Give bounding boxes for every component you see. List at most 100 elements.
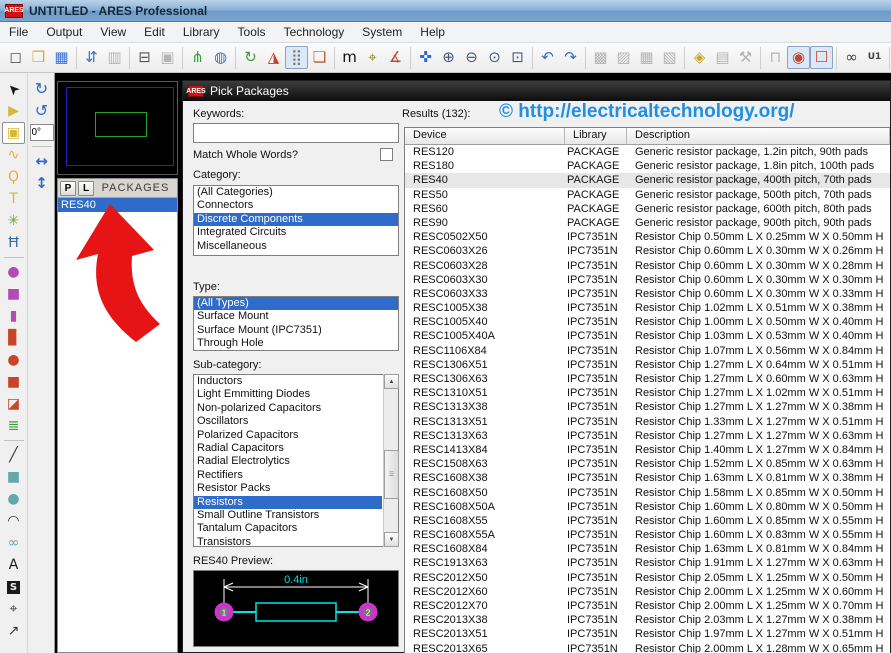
library-manager-button[interactable]: L [78, 181, 94, 196]
toggle-component-view-button[interactable]: ◉ [787, 46, 810, 69]
box-2d-button[interactable]: ■ [2, 466, 25, 488]
table-row[interactable]: RESC1608X55A IPC7351N Resistor Chip 1.60… [405, 528, 890, 542]
table-row[interactable]: RESC2012X50 IPC7351N Resistor Chip 2.05m… [405, 571, 890, 585]
auto-name-generator-button[interactable]: U1 [863, 46, 886, 69]
text-2d-button[interactable]: A [2, 554, 25, 576]
list-item[interactable]: (All Types) [194, 297, 398, 310]
zoom-out-button[interactable]: ⊖ [460, 46, 483, 69]
table-row[interactable]: RESC1106X84 IPC7351N Resistor Chip 1.07m… [405, 344, 890, 358]
table-row[interactable]: RESC1313X38 IPC7351N Resistor Chip 1.27m… [405, 400, 890, 414]
zoom-full-button[interactable]: ⊙ [483, 46, 506, 69]
overview-panel[interactable] [57, 81, 178, 175]
table-row[interactable]: RESC1313X63 IPC7351N Resistor Chip 1.27m… [405, 429, 890, 443]
list-item[interactable]: Oscillators [194, 415, 382, 428]
list-item[interactable]: Connectors [194, 199, 398, 212]
keywords-input[interactable] [193, 123, 399, 143]
list-item[interactable]: (All Categories) [194, 186, 398, 199]
list-item[interactable]: Discrete Components [194, 213, 398, 226]
dialog-titlebar[interactable]: ARES Pick Packages [183, 81, 890, 101]
list-item[interactable]: Through Hole [194, 337, 398, 350]
symbol-2d-button[interactable]: S [2, 576, 25, 598]
metric-toggle-button[interactable]: m [338, 46, 361, 69]
table-row[interactable]: RESC1608X50 IPC7351N Resistor Chip 1.58m… [405, 486, 890, 500]
list-item[interactable]: Radial Electrolytics [194, 455, 382, 468]
menu-file[interactable]: File [0, 22, 37, 42]
tag-mode-button[interactable]: T [2, 188, 25, 210]
new-file-button[interactable]: ◻ [4, 46, 27, 69]
table-row[interactable]: RESC1608X38 IPC7351N Resistor Chip 1.63m… [405, 471, 890, 485]
layers-toggle-button[interactable]: ❏ [308, 46, 331, 69]
track-mode-button[interactable]: ∿ [2, 144, 25, 166]
list-item[interactable]: Surface Mount [194, 310, 398, 323]
print-region-button[interactable]: ▣ [156, 46, 179, 69]
table-row[interactable]: RES90 PACKAGE Generic resistor package, … [405, 216, 890, 230]
table-row[interactable]: RES60 PACKAGE Generic resistor package, … [405, 202, 890, 216]
pick-packages-button[interactable]: P [60, 181, 76, 196]
list-item[interactable]: Transistors [194, 536, 382, 547]
package-mode-button[interactable]: ▣ [2, 122, 25, 144]
list-item[interactable]: Radial Capacitors [194, 442, 382, 455]
list-item[interactable]: Small Outline Transistors [194, 509, 382, 522]
table-row[interactable]: RESC2013X51 IPC7351N Resistor Chip 1.97m… [405, 627, 890, 641]
connectivity-highlight-button[interactable]: ✳ [2, 210, 25, 232]
block-move-button[interactable]: ▦ [635, 46, 658, 69]
export-region-button[interactable]: ▥ [103, 46, 126, 69]
component-mode-button[interactable]: ▶ [2, 100, 25, 122]
undo-button[interactable]: ↶ [536, 46, 559, 69]
polar-coordinates-button[interactable]: ∡ [384, 46, 407, 69]
redraw-button[interactable]: ↻ [239, 46, 262, 69]
scroll-down-icon[interactable]: ▼ [384, 532, 399, 547]
menu-system[interactable]: System [353, 22, 411, 42]
table-row[interactable]: RESC1005X40 IPC7351N Resistor Chip 1.00m… [405, 315, 890, 329]
list-item[interactable]: Resistor Packs [194, 482, 382, 495]
round-through-pad-button[interactable]: ● [2, 261, 25, 283]
list-item[interactable]: Polarized Capacitors [194, 429, 382, 442]
list-item[interactable]: Tantalum Capacitors [194, 522, 382, 535]
table-row[interactable]: RESC1313X51 IPC7351N Resistor Chip 1.33m… [405, 415, 890, 429]
save-file-button[interactable]: ▦ [50, 46, 73, 69]
tools-hammer-button[interactable]: ⚒ [734, 46, 757, 69]
list-item[interactable]: RES40 [58, 198, 177, 212]
table-row[interactable]: RESC2012X70 IPC7351N Resistor Chip 2.00m… [405, 599, 890, 613]
padstack-button[interactable]: ≣ [2, 415, 25, 437]
flip-view-button[interactable]: ◮ [262, 46, 285, 69]
table-row[interactable]: RESC1508X63 IPC7351N Resistor Chip 1.52m… [405, 457, 890, 471]
table-row[interactable]: RESC0502X50 IPC7351N Resistor Chip 0.50m… [405, 230, 890, 244]
pan-button[interactable]: ✜ [414, 46, 437, 69]
flip-vertical-button[interactable]: ↕ [30, 172, 53, 194]
selection-pointer-button[interactable]: ➤ [2, 78, 25, 100]
flip-horizontal-button[interactable]: ↔ [30, 150, 53, 172]
menu-technology[interactable]: Technology [275, 22, 354, 42]
toggle-selection-filter-button[interactable]: ☐ [810, 46, 833, 69]
line-2d-button[interactable]: ╱ [2, 444, 25, 466]
block-copy-button[interactable]: ▨ [612, 46, 635, 69]
redo-button[interactable]: ↷ [559, 46, 582, 69]
table-row[interactable]: RESC1306X63 IPC7351N Resistor Chip 1.27m… [405, 372, 890, 386]
list-item[interactable]: Surface Mount (IPC7351) [194, 324, 398, 337]
table-row[interactable]: RES40 PACKAGE Generic resistor package, … [405, 173, 890, 187]
table-row[interactable]: RESC2012X60 IPC7351N Resistor Chip 2.00m… [405, 585, 890, 599]
table-row[interactable]: RESC0603X33 IPC7351N Resistor Chip 0.60m… [405, 287, 890, 301]
open-file-button[interactable]: ❒ [27, 46, 50, 69]
list-item[interactable]: Rectifiers [194, 469, 382, 482]
make-package-button[interactable]: ▤ [711, 46, 734, 69]
circle-2d-button[interactable]: ● [2, 488, 25, 510]
column-header-library[interactable]: Library [565, 128, 627, 145]
table-row[interactable]: RES120 PACKAGE Generic resistor package,… [405, 145, 890, 159]
list-item[interactable]: Integrated Circuits [194, 226, 398, 239]
via-mode-button[interactable]: Ϙ [2, 166, 25, 188]
table-row[interactable]: RESC1608X55 IPC7351N Resistor Chip 1.60m… [405, 514, 890, 528]
table-row[interactable]: RESC1310X51 IPC7351N Resistor Chip 1.27m… [405, 386, 890, 400]
rectangular-smt-pad-button[interactable]: ■ [2, 371, 25, 393]
list-item[interactable]: Miscellaneous [194, 240, 398, 253]
ratsnest-tool-button[interactable]: Ħ [2, 232, 25, 254]
component-search-web-button[interactable]: ◍ [209, 46, 232, 69]
menu-edit[interactable]: Edit [135, 22, 174, 42]
block-delete-button[interactable]: ▧ [658, 46, 681, 69]
grid-toggle-button[interactable]: ⣿ [285, 46, 308, 69]
zoom-in-button[interactable]: ⊕ [437, 46, 460, 69]
column-header-description[interactable]: Description [627, 128, 890, 145]
rotation-angle-input[interactable] [30, 124, 54, 141]
table-row[interactable]: RESC1913X63 IPC7351N Resistor Chip 1.91m… [405, 556, 890, 570]
menu-help[interactable]: Help [411, 22, 454, 42]
